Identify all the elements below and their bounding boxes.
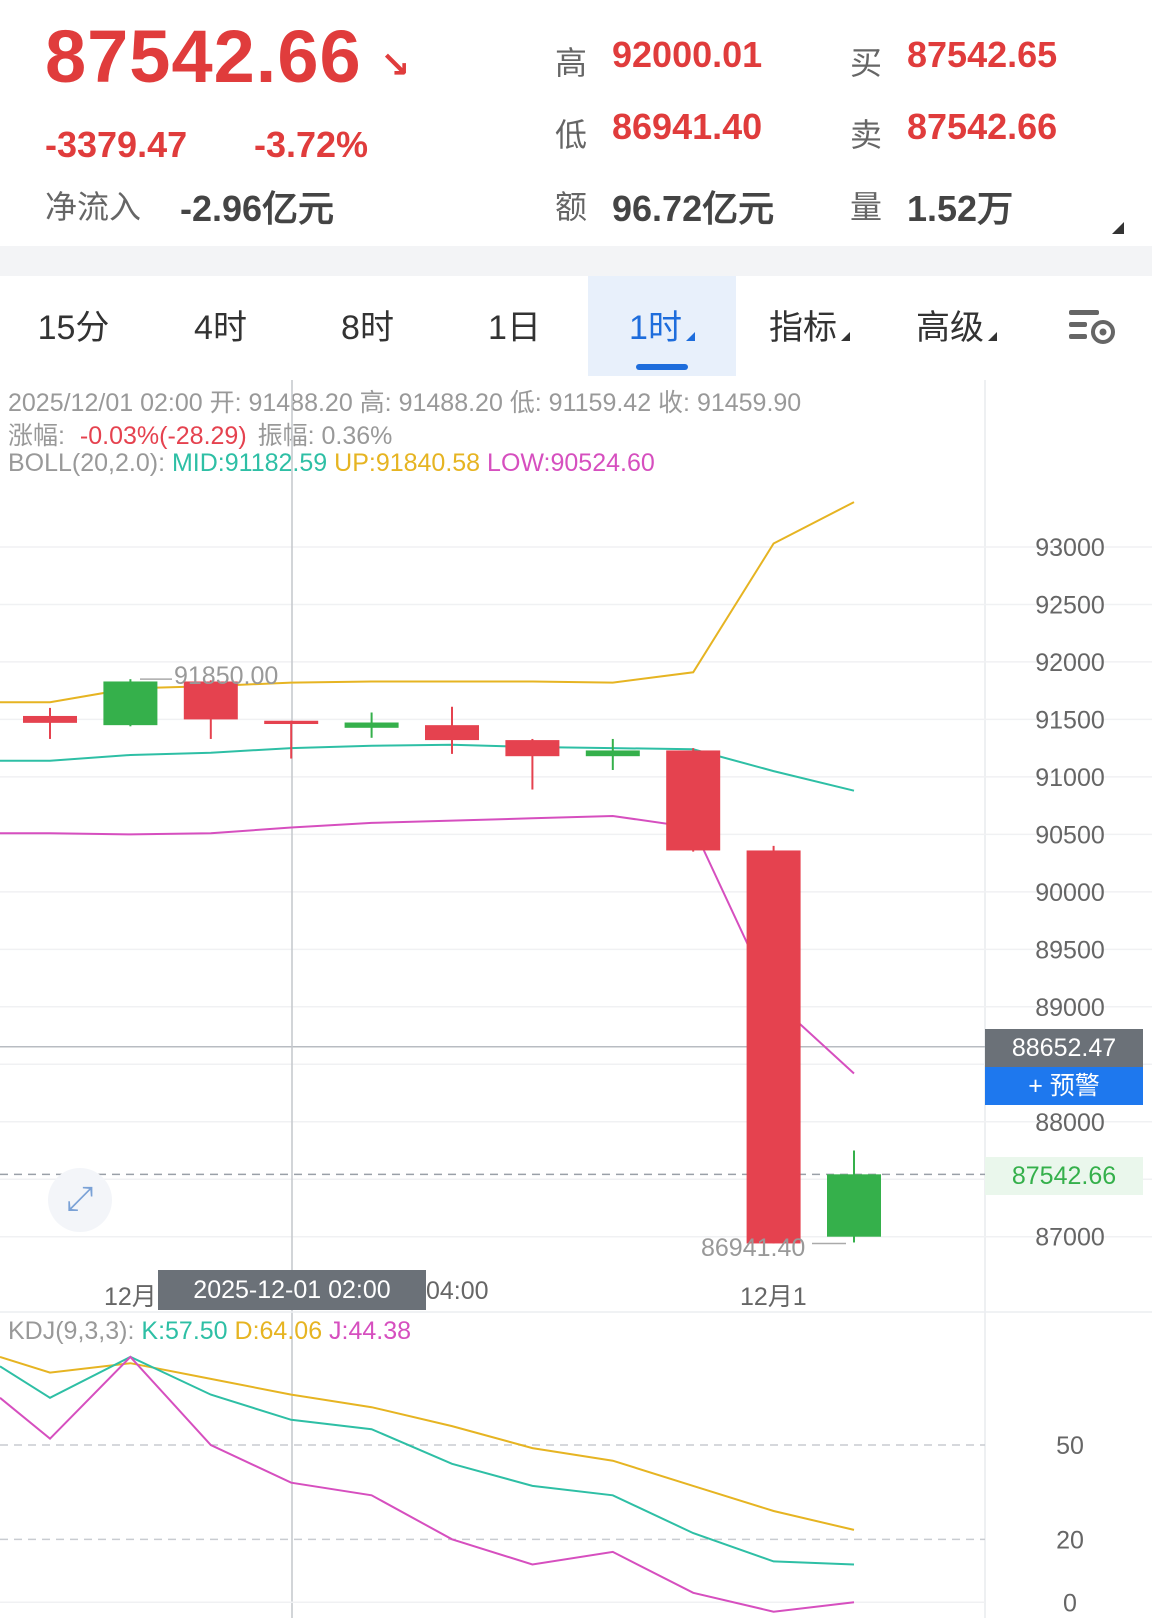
candle-body [585, 750, 640, 757]
kdj-j-line [0, 1355, 855, 1613]
low-marker: 86941.40 [701, 1234, 806, 1262]
time-axis-label: 12月1 [740, 1283, 807, 1311]
boll-mid-line [0, 743, 855, 792]
crosshair-time-tag: 2025-12-01 02:00 [158, 1270, 426, 1310]
candle-body [666, 750, 721, 851]
candle-body [23, 715, 77, 723]
candle-body [264, 720, 319, 725]
boll-up-line [0, 501, 855, 704]
add-alert-button[interactable]: + 预警 [985, 1067, 1143, 1105]
candle-body [425, 725, 479, 741]
price-axis-label: 92000 [1035, 649, 1105, 677]
price-axis-label: 91500 [1035, 706, 1105, 734]
kdj-axis-label: 0 [1063, 1589, 1077, 1617]
kdj-legend: KDJ(9,3,3): K:57.50 D:64.06 J:44.38 [8, 1317, 411, 1346]
price-axis-label: 92500 [1035, 591, 1105, 619]
kdj-d-line [0, 1355, 855, 1531]
kdj-k-line [0, 1355, 855, 1566]
kdj-d: D:64.06 [234, 1317, 323, 1345]
current-price-tag: 87542.66 [985, 1157, 1143, 1195]
fullscreen-expand-button[interactable]: ⤢ [48, 1168, 112, 1232]
expand-icon: ⤢ [66, 1180, 94, 1218]
kdj-axis-label: 50 [1056, 1432, 1084, 1460]
price-axis-label: 89000 [1035, 994, 1105, 1022]
candle-body [505, 740, 560, 757]
kdj-axis-label: 20 [1056, 1526, 1084, 1554]
candle-body [103, 681, 158, 726]
price-axis-label: 89500 [1035, 936, 1105, 964]
price-axis-label: 93000 [1035, 534, 1105, 562]
candlestick-chart[interactable]: 50 20 0 93000 92500 92000 91500 91000 90500 9000… [0, 0, 1152, 1618]
kdj-k: K:57.50 [141, 1317, 228, 1345]
price-axis-label: 87000 [1035, 1224, 1105, 1252]
candle-body [344, 722, 399, 728]
price-axis-label: 90500 [1035, 821, 1105, 849]
boll-low-line [0, 814, 855, 1075]
crosshair-price-tag: 88652.47 [985, 1029, 1143, 1067]
candle-body [746, 850, 801, 1244]
kdj-label: KDJ(9,3,3): [8, 1317, 135, 1345]
kdj-j: J:44.38 [329, 1317, 412, 1345]
price-axis-label: 91000 [1035, 764, 1105, 792]
price-axis-label: 88000 [1035, 1109, 1105, 1137]
time-axis-label: 12月 [104, 1283, 157, 1311]
high-marker: 91850.00 [174, 662, 279, 690]
candle-body [827, 1174, 881, 1237]
price-axis-label: 90000 [1035, 879, 1105, 907]
time-axis-label: 04:00 [426, 1277, 489, 1305]
